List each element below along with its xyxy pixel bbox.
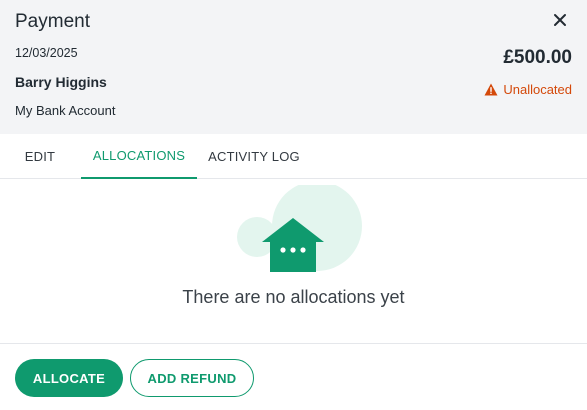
status-badge: Unallocated <box>484 82 572 97</box>
add-refund-button[interactable]: ADD REFUND <box>130 359 254 397</box>
panel-title: Payment <box>15 11 90 32</box>
status-label: Unallocated <box>503 82 572 97</box>
payment-amount: £500.00 <box>503 47 572 68</box>
close-button[interactable] <box>548 8 572 32</box>
payment-panel: Payment 12/03/2025 Barry Higgins My Bank… <box>0 0 587 410</box>
tab-allocations[interactable]: ALLOCATIONS <box>81 134 197 179</box>
tab-edit[interactable]: EDIT <box>12 134 68 179</box>
house-icon <box>237 185 362 272</box>
bank-account: My Bank Account <box>15 103 116 118</box>
warning-icon <box>484 83 498 96</box>
empty-message: There are no allocations yet <box>182 287 405 307</box>
tab-bar: EDIT ALLOCATIONS ACTIVITY LOG <box>0 134 587 179</box>
tab-activity-log[interactable]: ACTIVITY LOG <box>201 134 307 179</box>
contact-name: Barry Higgins <box>15 74 107 90</box>
action-bar: ALLOCATE ADD REFUND <box>0 343 587 410</box>
allocate-button[interactable]: ALLOCATE <box>15 359 123 397</box>
close-icon <box>554 14 566 26</box>
payment-header: Payment 12/03/2025 Barry Higgins My Bank… <box>0 0 587 134</box>
empty-state: There are no allocations yet <box>0 180 587 344</box>
payment-date: 12/03/2025 <box>15 46 78 60</box>
